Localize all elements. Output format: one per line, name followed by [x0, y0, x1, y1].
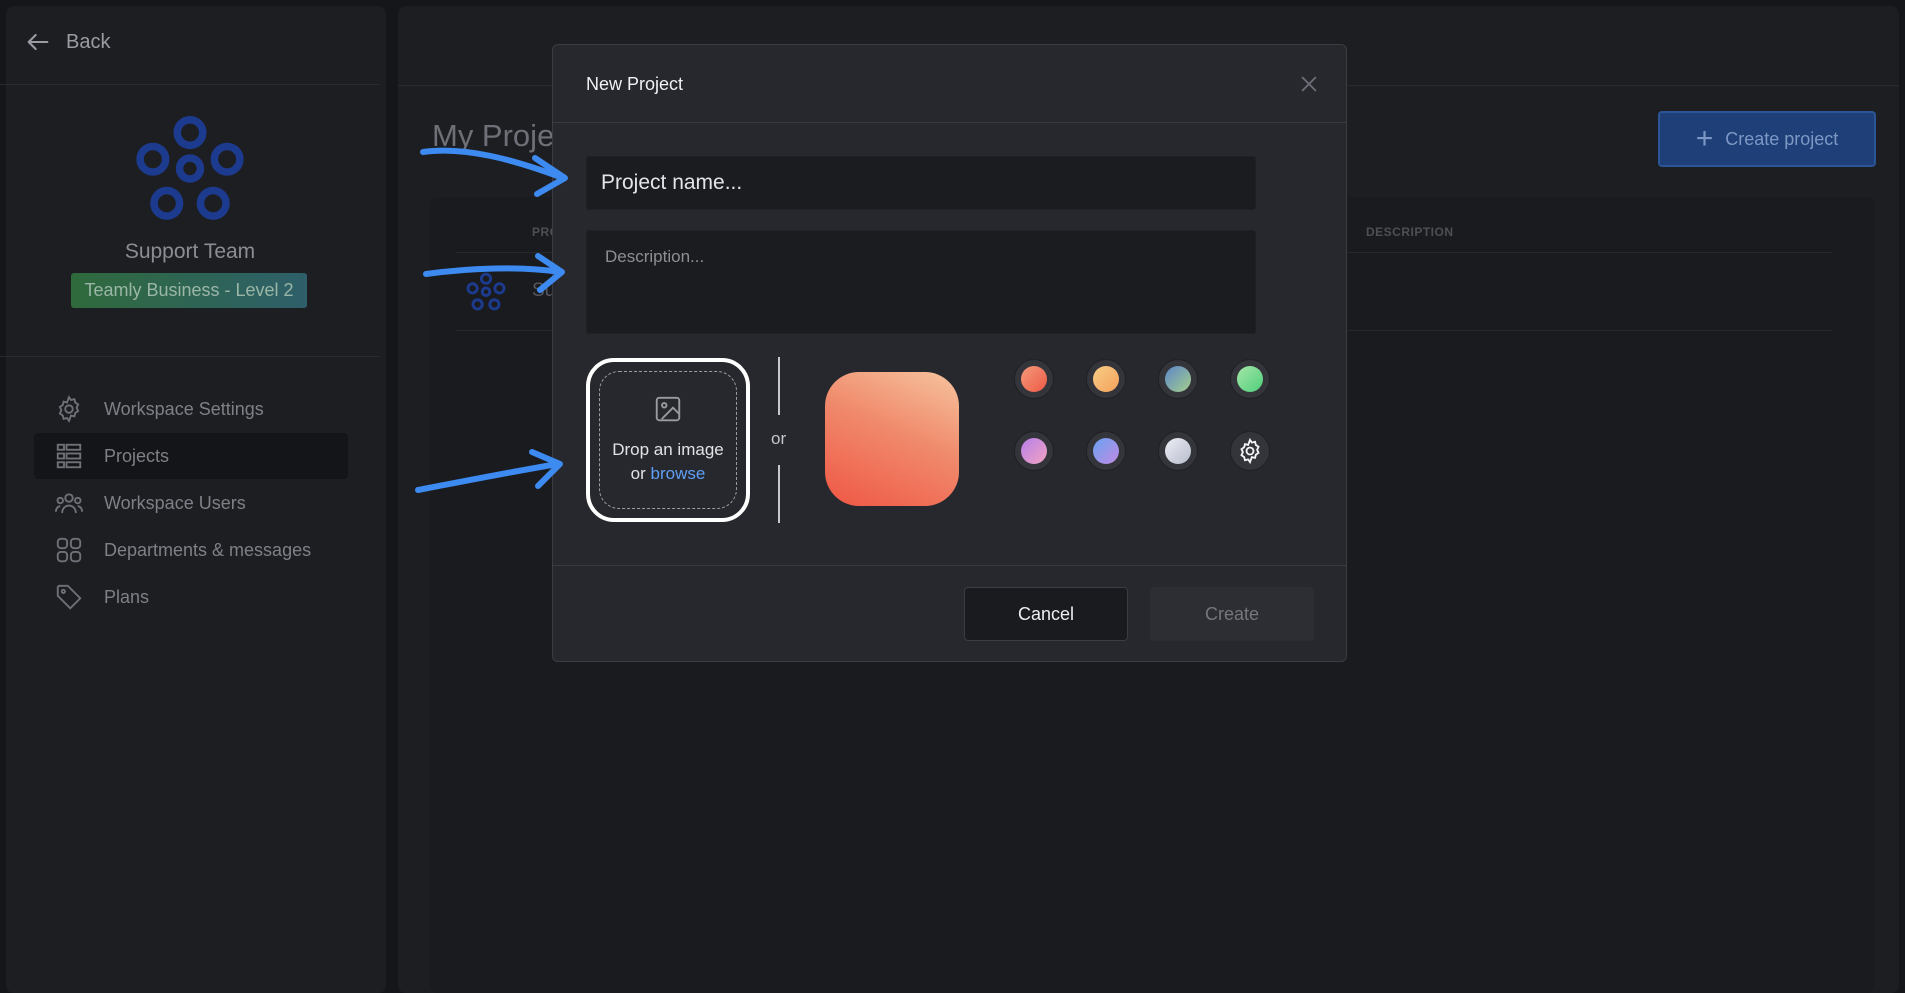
sidebar-item-projects[interactable]: Projects [34, 433, 348, 479]
back-button[interactable]: Back [24, 28, 110, 56]
gear-icon [58, 395, 80, 423]
dialog-header-divider [553, 122, 1346, 123]
drop-text: Drop an image [612, 440, 724, 459]
swatch-dot [1093, 366, 1119, 392]
color-swatch-green[interactable] [1230, 359, 1270, 399]
swatch-dot [1165, 438, 1191, 464]
color-swatch-red[interactable] [1014, 359, 1054, 399]
description-input[interactable] [586, 230, 1256, 334]
swatch-dot [1021, 438, 1047, 464]
sidebar-divider [0, 84, 380, 85]
color-swatch-purple[interactable] [1014, 431, 1054, 471]
sidebar-nav: Workspace Settings Projects Workspace Us… [34, 386, 348, 621]
sidebar-item-label: Workspace Settings [104, 398, 264, 419]
cancel-button[interactable]: Cancel [964, 587, 1128, 641]
arrow-left-icon [27, 33, 49, 51]
custom-color-button[interactable] [1230, 431, 1270, 471]
annotation-arrow-icon [423, 253, 565, 293]
sidebar-item-label: Plans [104, 586, 150, 607]
sidebar-item-label: Departments & messages [104, 539, 312, 560]
grid-icon [56, 537, 82, 563]
list-icon [56, 443, 82, 469]
swatch-dot [1021, 366, 1047, 392]
column-header-description: DESCRIPTION [1366, 225, 1454, 239]
drop-zone-inner: Drop an image or browse [599, 371, 737, 509]
users-icon [54, 493, 84, 514]
color-swatch-teal[interactable] [1158, 359, 1198, 399]
sidebar-item-label: Projects [104, 445, 170, 466]
team-logo [136, 116, 244, 220]
sidebar-divider [0, 356, 380, 357]
sidebar-item-departments[interactable]: Departments & messages [34, 527, 348, 573]
swatch-dot [1237, 366, 1263, 392]
plan-badge[interactable]: Teamly Business - Level 2 [71, 273, 307, 308]
or-divider-bottom [778, 465, 780, 523]
plus-icon: + [1695, 122, 1714, 155]
image-drop-zone[interactable]: Drop an image or browse [586, 358, 750, 522]
annotation-arrow-icon [420, 147, 568, 197]
or-divider-top [778, 357, 780, 415]
annotation-arrow-icon [415, 449, 563, 493]
project-icon-preview [825, 372, 959, 506]
back-label: Back [66, 30, 111, 53]
create-project-button[interactable]: + Create project [1658, 111, 1876, 167]
team-name: Support Team [124, 240, 256, 263]
swatch-dot [1093, 438, 1119, 464]
project-name-input[interactable] [586, 156, 1256, 210]
drop-subtext: or browse [631, 462, 706, 486]
sidebar-item-workspace-users[interactable]: Workspace Users [34, 480, 348, 526]
swatch-dot [1165, 366, 1191, 392]
color-swatch-orange[interactable] [1086, 359, 1126, 399]
image-icon [655, 396, 681, 422]
close-icon[interactable] [1298, 73, 1320, 95]
create-button[interactable]: Create [1150, 587, 1314, 641]
create-project-label: Create project [1725, 128, 1839, 149]
browse-link[interactable]: browse [651, 464, 706, 483]
or-separator-label: or [771, 429, 787, 448]
drop-or-text: or [630, 464, 646, 483]
sidebar-item-plans[interactable]: Plans [34, 574, 348, 620]
color-swatch-blue[interactable] [1086, 431, 1126, 471]
sidebar-item-label: Workspace Users [104, 492, 246, 513]
color-swatch-silver[interactable] [1158, 431, 1198, 471]
new-project-dialog: New Project Drop an image or browse or [552, 44, 1347, 662]
sidebar-item-workspace-settings[interactable]: Workspace Settings [34, 386, 348, 432]
tag-icon [56, 584, 82, 610]
dialog-title: New Project [586, 74, 684, 94]
gear-icon [1240, 437, 1260, 465]
dialog-footer-divider [553, 565, 1346, 566]
